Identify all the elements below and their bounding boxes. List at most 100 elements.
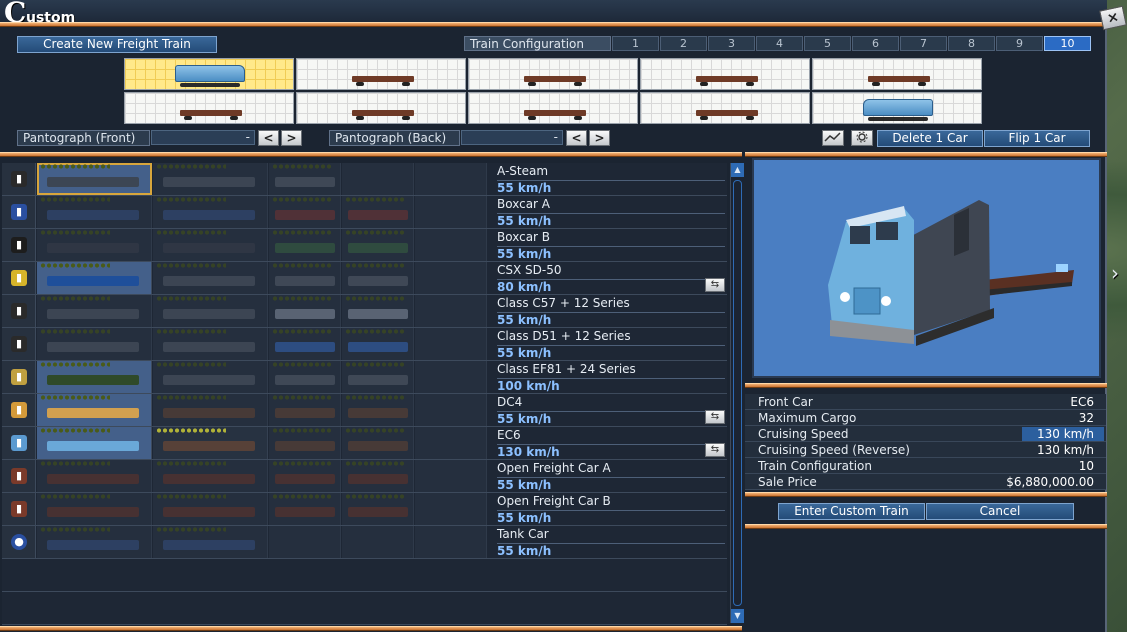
vehicle-thumbnail xyxy=(269,427,341,459)
list-item[interactable]: ▮ CSX SD-50 80 km/h ⇆ xyxy=(2,262,727,295)
vehicle-thumbnail xyxy=(37,229,152,261)
vehicle-name: Open Freight Car A xyxy=(497,461,611,475)
info-label: Cruising Speed xyxy=(758,427,849,441)
graph-icon[interactable] xyxy=(822,130,844,146)
delete-car-button[interactable]: Delete 1 Car xyxy=(877,130,983,147)
vehicle-speed: 100 km/h xyxy=(497,378,725,393)
cancel-button[interactable]: Cancel xyxy=(926,503,1074,520)
vehicle-thumbnail xyxy=(342,229,414,261)
title-divider xyxy=(0,22,1107,27)
flatcar-thumbnail xyxy=(696,76,758,86)
info-row-max-cargo: Maximum Cargo 32 xyxy=(745,410,1106,426)
vehicle-thumbnail xyxy=(342,526,414,558)
footer-divider xyxy=(745,492,1107,497)
scroll-down-icon[interactable]: ▼ xyxy=(731,609,744,623)
list-item[interactable]: ▮ A-Steam 55 km/h xyxy=(2,163,727,196)
expand-arrow-icon[interactable]: › xyxy=(1111,262,1125,284)
list-item[interactable]: ● Tank Car 55 km/h xyxy=(2,526,727,559)
pantograph-front-next-button[interactable]: > xyxy=(281,130,302,146)
info-label: Train Configuration xyxy=(758,459,872,473)
pantograph-back-prev-button[interactable]: < xyxy=(566,130,587,146)
vehicle-thumbnail xyxy=(269,196,341,228)
train-slot[interactable] xyxy=(124,58,294,90)
list-item[interactable]: ▮ Boxcar A 55 km/h xyxy=(2,196,727,229)
reverse-icon[interactable]: ⇆ xyxy=(705,443,725,457)
vehicle-name: EC6 xyxy=(497,428,521,442)
pantograph-front-prev-button[interactable]: < xyxy=(258,130,279,146)
list-item[interactable]: ▮ Class D51 + 12 Series 55 km/h xyxy=(2,328,727,361)
enter-custom-train-button[interactable]: Enter Custom Train xyxy=(778,503,925,520)
train-slot[interactable] xyxy=(124,92,294,124)
config-4-button[interactable]: 4 xyxy=(756,36,803,51)
train-slot[interactable] xyxy=(296,58,466,90)
vehicle-thumbnail xyxy=(37,493,152,525)
info-value: $6,880,000.00 xyxy=(1006,475,1094,489)
vehicle-thumbnail xyxy=(415,196,487,228)
info-value: 32 xyxy=(1078,411,1094,425)
info-value: 130 km/h xyxy=(1036,443,1094,457)
vehicle-thumbnail xyxy=(415,460,487,492)
vehicle-thumbnail xyxy=(37,427,152,459)
info-row-train-configuration: Train Configuration 10 xyxy=(745,458,1106,474)
pantograph-front-select[interactable]: - xyxy=(151,130,255,145)
list-item[interactable]: ▮ Class EF81 + 24 Series 100 km/h xyxy=(2,361,727,394)
locomotive-thumbnail xyxy=(175,65,245,87)
config-6-button[interactable]: 6 xyxy=(852,36,899,51)
config-10-button[interactable]: 10 xyxy=(1044,36,1091,51)
vehicle-thumbnail xyxy=(415,526,487,558)
train-slot[interactable] xyxy=(812,58,982,90)
create-freight-train-button[interactable]: Create New Freight Train xyxy=(17,36,217,53)
config-5-button[interactable]: 5 xyxy=(804,36,851,51)
config-9-button[interactable]: 9 xyxy=(996,36,1043,51)
vehicle-thumbnail xyxy=(415,361,487,393)
vehicle-thumbnail xyxy=(153,460,268,492)
config-7-button[interactable]: 7 xyxy=(900,36,947,51)
empty-list-row xyxy=(2,592,727,625)
vehicle-thumbnail xyxy=(153,295,268,327)
vehicle-thumbnail xyxy=(153,328,268,360)
list-item[interactable]: ▮ EC6 130 km/h ⇆ xyxy=(2,427,727,460)
scroll-thumb[interactable] xyxy=(733,180,742,606)
flip-car-button[interactable]: Flip 1 Car xyxy=(984,130,1090,147)
vehicle-thumbnail xyxy=(37,295,152,327)
scroll-up-icon[interactable]: ▲ xyxy=(731,163,744,177)
vehicle-thumbnail xyxy=(153,394,268,426)
config-2-button[interactable]: 2 xyxy=(660,36,707,51)
reverse-icon[interactable]: ⇆ xyxy=(705,410,725,424)
boxcar-icon: ▮ xyxy=(2,196,36,228)
train-slot[interactable] xyxy=(640,58,810,90)
steam-locomotive-icon: ▮ xyxy=(2,295,36,327)
vehicle-thumbnail xyxy=(269,493,341,525)
vehicle-thumbnail xyxy=(37,394,152,426)
vehicle-thumbnail xyxy=(153,229,268,261)
info-label: Front Car xyxy=(758,395,813,409)
config-8-button[interactable]: 8 xyxy=(948,36,995,51)
vehicle-thumbnail xyxy=(269,262,341,294)
vehicle-speed: 55 km/h xyxy=(497,213,725,228)
list-item[interactable]: ▮ Open Freight Car B 55 km/h xyxy=(2,493,727,526)
config-3-button[interactable]: 3 xyxy=(708,36,755,51)
pantograph-back-next-button[interactable]: > xyxy=(589,130,610,146)
list-item[interactable]: ▮ Boxcar B 55 km/h xyxy=(2,229,727,262)
pantograph-front-label: Pantograph (Front) xyxy=(17,130,150,146)
vehicle-speed: 55 km/h xyxy=(497,411,725,426)
pantograph-back-select[interactable]: - xyxy=(461,130,563,145)
train-slot[interactable] xyxy=(812,92,982,124)
vehicle-list: ▮ A-Steam 55 km/h ▮ Boxcar A 55 km/h ▮ B… xyxy=(2,163,727,628)
reverse-icon[interactable]: ⇆ xyxy=(705,278,725,292)
settings-icon[interactable] xyxy=(851,130,873,146)
list-scrollbar[interactable]: ▲ ▼ xyxy=(730,163,744,623)
info-value: 130 km/h xyxy=(1036,427,1094,441)
train-slot[interactable] xyxy=(640,92,810,124)
train-slot[interactable] xyxy=(468,92,638,124)
train-slot[interactable] xyxy=(296,92,466,124)
pantograph-back-label: Pantograph (Back) xyxy=(329,130,460,146)
list-item[interactable]: ▮ Open Freight Car A 55 km/h xyxy=(2,460,727,493)
list-item[interactable]: ▮ Class C57 + 12 Series 55 km/h xyxy=(2,295,727,328)
train-preview xyxy=(752,158,1101,378)
list-item[interactable]: ▮ DC4 55 km/h ⇆ xyxy=(2,394,727,427)
train-slot[interactable] xyxy=(468,58,638,90)
vehicle-name: Class EF81 + 24 Series xyxy=(497,362,636,376)
config-1-button[interactable]: 1 xyxy=(612,36,659,51)
vehicle-thumbnail xyxy=(153,361,268,393)
